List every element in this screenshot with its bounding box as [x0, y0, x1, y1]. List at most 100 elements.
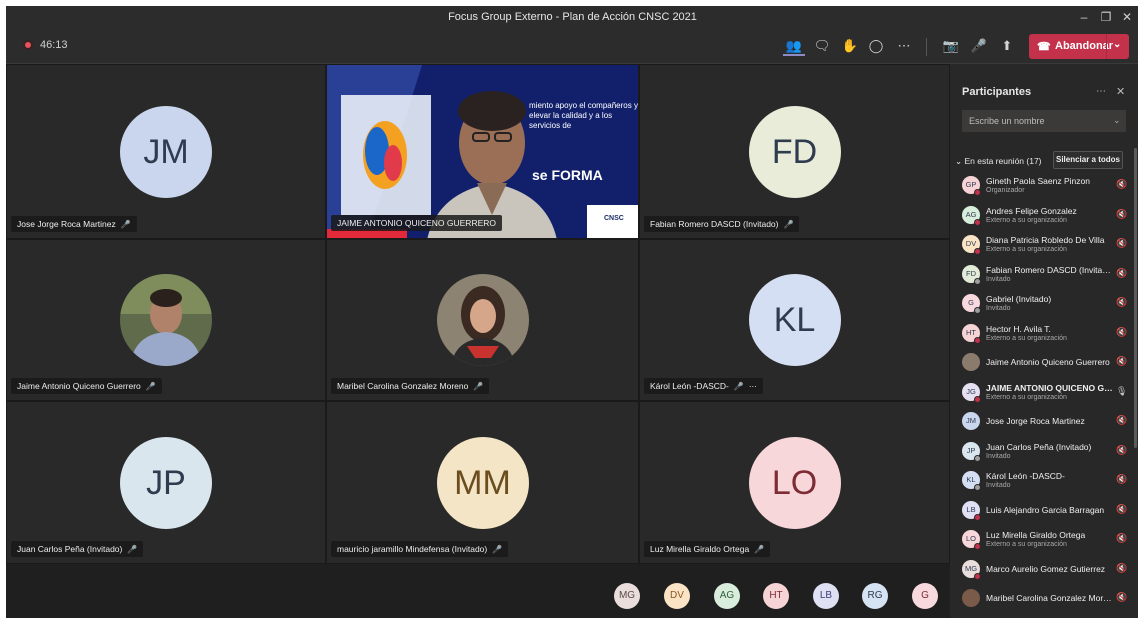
leave-button[interactable]: ☎ Abandonar ⌄ — [1029, 34, 1129, 59]
chevron-down-icon[interactable]: ⌄ — [1113, 115, 1121, 126]
participant-tile[interactable]: KL Károl León -DASCD- 🎤 ⋯ — [639, 239, 950, 401]
mic-off-icon[interactable]: 🔇 — [1116, 474, 1127, 485]
mic-off-icon[interactable]: 🎤 — [968, 36, 990, 56]
participant-row[interactable]: MJmauricio jaramillo Mindefensa🔇 — [950, 613, 1138, 618]
chat-icon[interactable]: 🗨 — [811, 36, 833, 56]
toolbar-divider — [926, 38, 927, 56]
mic-off-icon[interactable]: 🔇 — [1116, 415, 1127, 426]
participant-name: Luz Mirella Giraldo Ortega — [650, 544, 750, 554]
participant-row[interactable]: JP Juan Carlos Peña (Invitado) Invitado 🔇 — [950, 436, 1138, 466]
video-tile-speaker[interactable]: miento apoyo el compañeros y elevar la c… — [326, 64, 639, 239]
participant-tile[interactable]: FD Fabian Romero DASCD (Invitado) 🎤 — [639, 64, 950, 239]
participant-row[interactable]: G Gabriel (Invitado) Invitado 🔇 — [950, 288, 1138, 318]
more-options-icon[interactable]: ⋯ — [749, 382, 757, 391]
participant-tile[interactable]: LO Luz Mirella Giraldo Ortega 🎤 — [639, 401, 950, 564]
participant-row[interactable]: DV Diana Patricia Robledo De Villa Externo… — [950, 229, 1138, 259]
mic-off-icon[interactable]: 🔇 — [1116, 533, 1127, 544]
mic-off-icon[interactable]: 🔇 — [1116, 268, 1127, 279]
participant-name: Jose Jorge Roca Martinez — [986, 416, 1085, 426]
mic-off-icon[interactable]: 🔇 — [1116, 356, 1127, 367]
participant-row[interactable]: GP Gineth Paola Saenz Pinzon Organizador 🔇 — [950, 170, 1138, 200]
mic-off-icon[interactable]: 🔇 — [1116, 238, 1127, 249]
overflow-avatar[interactable]: HT — [763, 583, 789, 609]
participant-row[interactable]: JM Jose Jorge Roca Martinez 🔇 — [950, 406, 1138, 436]
presence-status-icon — [974, 189, 981, 196]
participant-name: Jaime Antonio Quiceno Guerrero — [986, 357, 1110, 367]
participant-tile[interactable]: MM mauricio jaramillo Mindefensa (Invita… — [326, 401, 639, 564]
mute-all-button[interactable]: Silenciar a todos — [1053, 151, 1123, 169]
participant-row[interactable]: LO Luz Mirella Giraldo Ortega Externo a su… — [950, 524, 1138, 554]
overflow-avatar[interactable]: AG — [714, 583, 740, 609]
avatar: MM — [436, 436, 529, 529]
participant-name: Andres Felipe Gonzalez — [986, 205, 1077, 216]
participant-row[interactable]: LB Luis Alejandro Garcia Barragan 🔇 — [950, 495, 1138, 525]
avatar: KL — [748, 274, 841, 366]
participant-name-tag: Jaime Antonio Quiceno Guerrero 🎤 — [11, 378, 162, 394]
more-actions-icon[interactable]: ⋯ — [893, 36, 915, 56]
presence-status-icon — [974, 484, 981, 491]
raise-hand-icon[interactable]: ✋ — [839, 36, 861, 56]
participant-row[interactable]: HT Hector H. Avila T. Externo a su organiz… — [950, 318, 1138, 348]
presence-status-icon — [974, 218, 981, 226]
avatar: JM — [962, 412, 980, 430]
participant-row[interactable]: Maribel Carolina Gonzalez Moreno 🔇 — [950, 583, 1138, 613]
participant-row[interactable]: JGJAIME ANTONIO QUICENO GUERREROExterno … — [950, 377, 1138, 407]
participant-row[interactable]: Jaime Antonio Quiceno Guerrero 🔇 — [950, 347, 1138, 377]
teams-meeting-window: Focus Group Externo - Plan de Acción CNS… — [6, 6, 1138, 618]
scrollbar[interactable] — [1134, 148, 1137, 448]
participant-name: JAIME ANTONIO QUICENO GUERRERO — [986, 382, 1114, 393]
search-input[interactable] — [962, 110, 1126, 132]
participant-row[interactable]: MG Marco Aurelio Gomez Gutierrez 🔇 — [950, 554, 1138, 584]
rooms-icon[interactable] — [871, 36, 893, 56]
title-bar: Focus Group Externo - Plan de Acción CNS… — [6, 6, 1138, 28]
overflow-avatar[interactable]: MG — [614, 583, 640, 609]
participant-row[interactable]: FD Fabian Romero DASCD (Invitado) Invitado… — [950, 259, 1138, 289]
chevron-down-icon[interactable]: ⌄ — [1113, 39, 1121, 50]
participant-row[interactable]: KL Károl León -DASCD- Invitado 🔇 — [950, 465, 1138, 495]
mic-off-icon[interactable]: 🔇 — [1116, 504, 1127, 515]
close-icon[interactable]: ✕ — [1116, 85, 1125, 98]
more-options-icon[interactable]: ⋯ — [1096, 86, 1106, 97]
mic-off-icon[interactable]: 🔇 — [1116, 209, 1127, 220]
participants-icon[interactable]: 👥 — [783, 36, 805, 56]
participant-tile[interactable]: Maribel Carolina Gonzalez Moreno 🎤 — [326, 239, 639, 401]
participant-name: Maribel Carolina Gonzalez Moreno — [986, 593, 1114, 603]
participant-role: Externo a su organización — [986, 334, 1067, 342]
mic-off-icon[interactable]: 🔇 — [1116, 563, 1127, 574]
mic-on-icon[interactable]: 🎙 — [1116, 386, 1127, 397]
minimize-icon[interactable]: – — [1076, 9, 1092, 25]
participant-role: Externo a su organización — [986, 541, 1067, 548]
section-header[interactable]: ⌄ En esta reunión (17) — [955, 156, 1042, 167]
share-screen-icon[interactable]: ⬆ — [996, 36, 1018, 56]
mic-off-icon[interactable]: 🔇 — [1116, 179, 1127, 190]
overflow-avatar[interactable]: RG — [862, 583, 888, 609]
participant-name: Marco Aurelio Gomez Gutierrez — [986, 563, 1106, 574]
mic-off-icon[interactable]: 🔇 — [1116, 592, 1127, 603]
participant-row[interactable]: AG Andres Felipe Gonzalez Externo a su org… — [950, 200, 1138, 230]
participant-name: Diana Patricia Robledo De Villa — [986, 235, 1105, 245]
presence-status-icon — [974, 277, 981, 285]
participant-name: Luz Mirella Giraldo Ortega — [986, 530, 1086, 540]
participant-name: Maribel Carolina Gonzalez Moreno — [337, 381, 469, 391]
video-grid: JM Jose Jorge Roca Martinez 🎤 miento apo… — [6, 64, 950, 564]
window-title: Focus Group Externo - Plan de Acción CNS… — [448, 11, 697, 23]
mic-off-icon[interactable]: 🔇 — [1116, 445, 1127, 456]
mic-off-icon[interactable]: 🔇 — [1116, 297, 1127, 308]
participant-name: mauricio jaramillo Mindefensa (Invitado) — [337, 544, 488, 554]
maximize-icon[interactable]: ❐ — [1098, 9, 1114, 25]
participant-tile[interactable]: Jaime Antonio Quiceno Guerrero 🎤 — [6, 239, 326, 401]
presence-status-icon — [974, 307, 981, 314]
avatar: JP — [120, 436, 212, 529]
close-icon[interactable]: ✕ — [1119, 9, 1135, 25]
camera-off-icon[interactable]: 📷 — [940, 36, 962, 56]
overflow-avatar[interactable]: LB — [813, 583, 839, 609]
participant-tile[interactable]: JM Jose Jorge Roca Martinez 🎤 — [6, 64, 326, 239]
overflow-avatar[interactable]: DV — [664, 583, 690, 609]
participant-name-tag: Luz Mirella Giraldo Ortega 🎤 — [644, 541, 771, 557]
presence-status-icon — [974, 248, 981, 255]
participant-name: Luis Alejandro Garcia Barragan — [986, 504, 1105, 515]
overflow-avatar[interactable]: G — [912, 583, 938, 609]
avatar — [120, 274, 212, 366]
mic-off-icon[interactable]: 🔇 — [1116, 327, 1127, 338]
participant-tile[interactable]: JP Juan Carlos Peña (Invitado) 🎤 — [6, 401, 326, 564]
